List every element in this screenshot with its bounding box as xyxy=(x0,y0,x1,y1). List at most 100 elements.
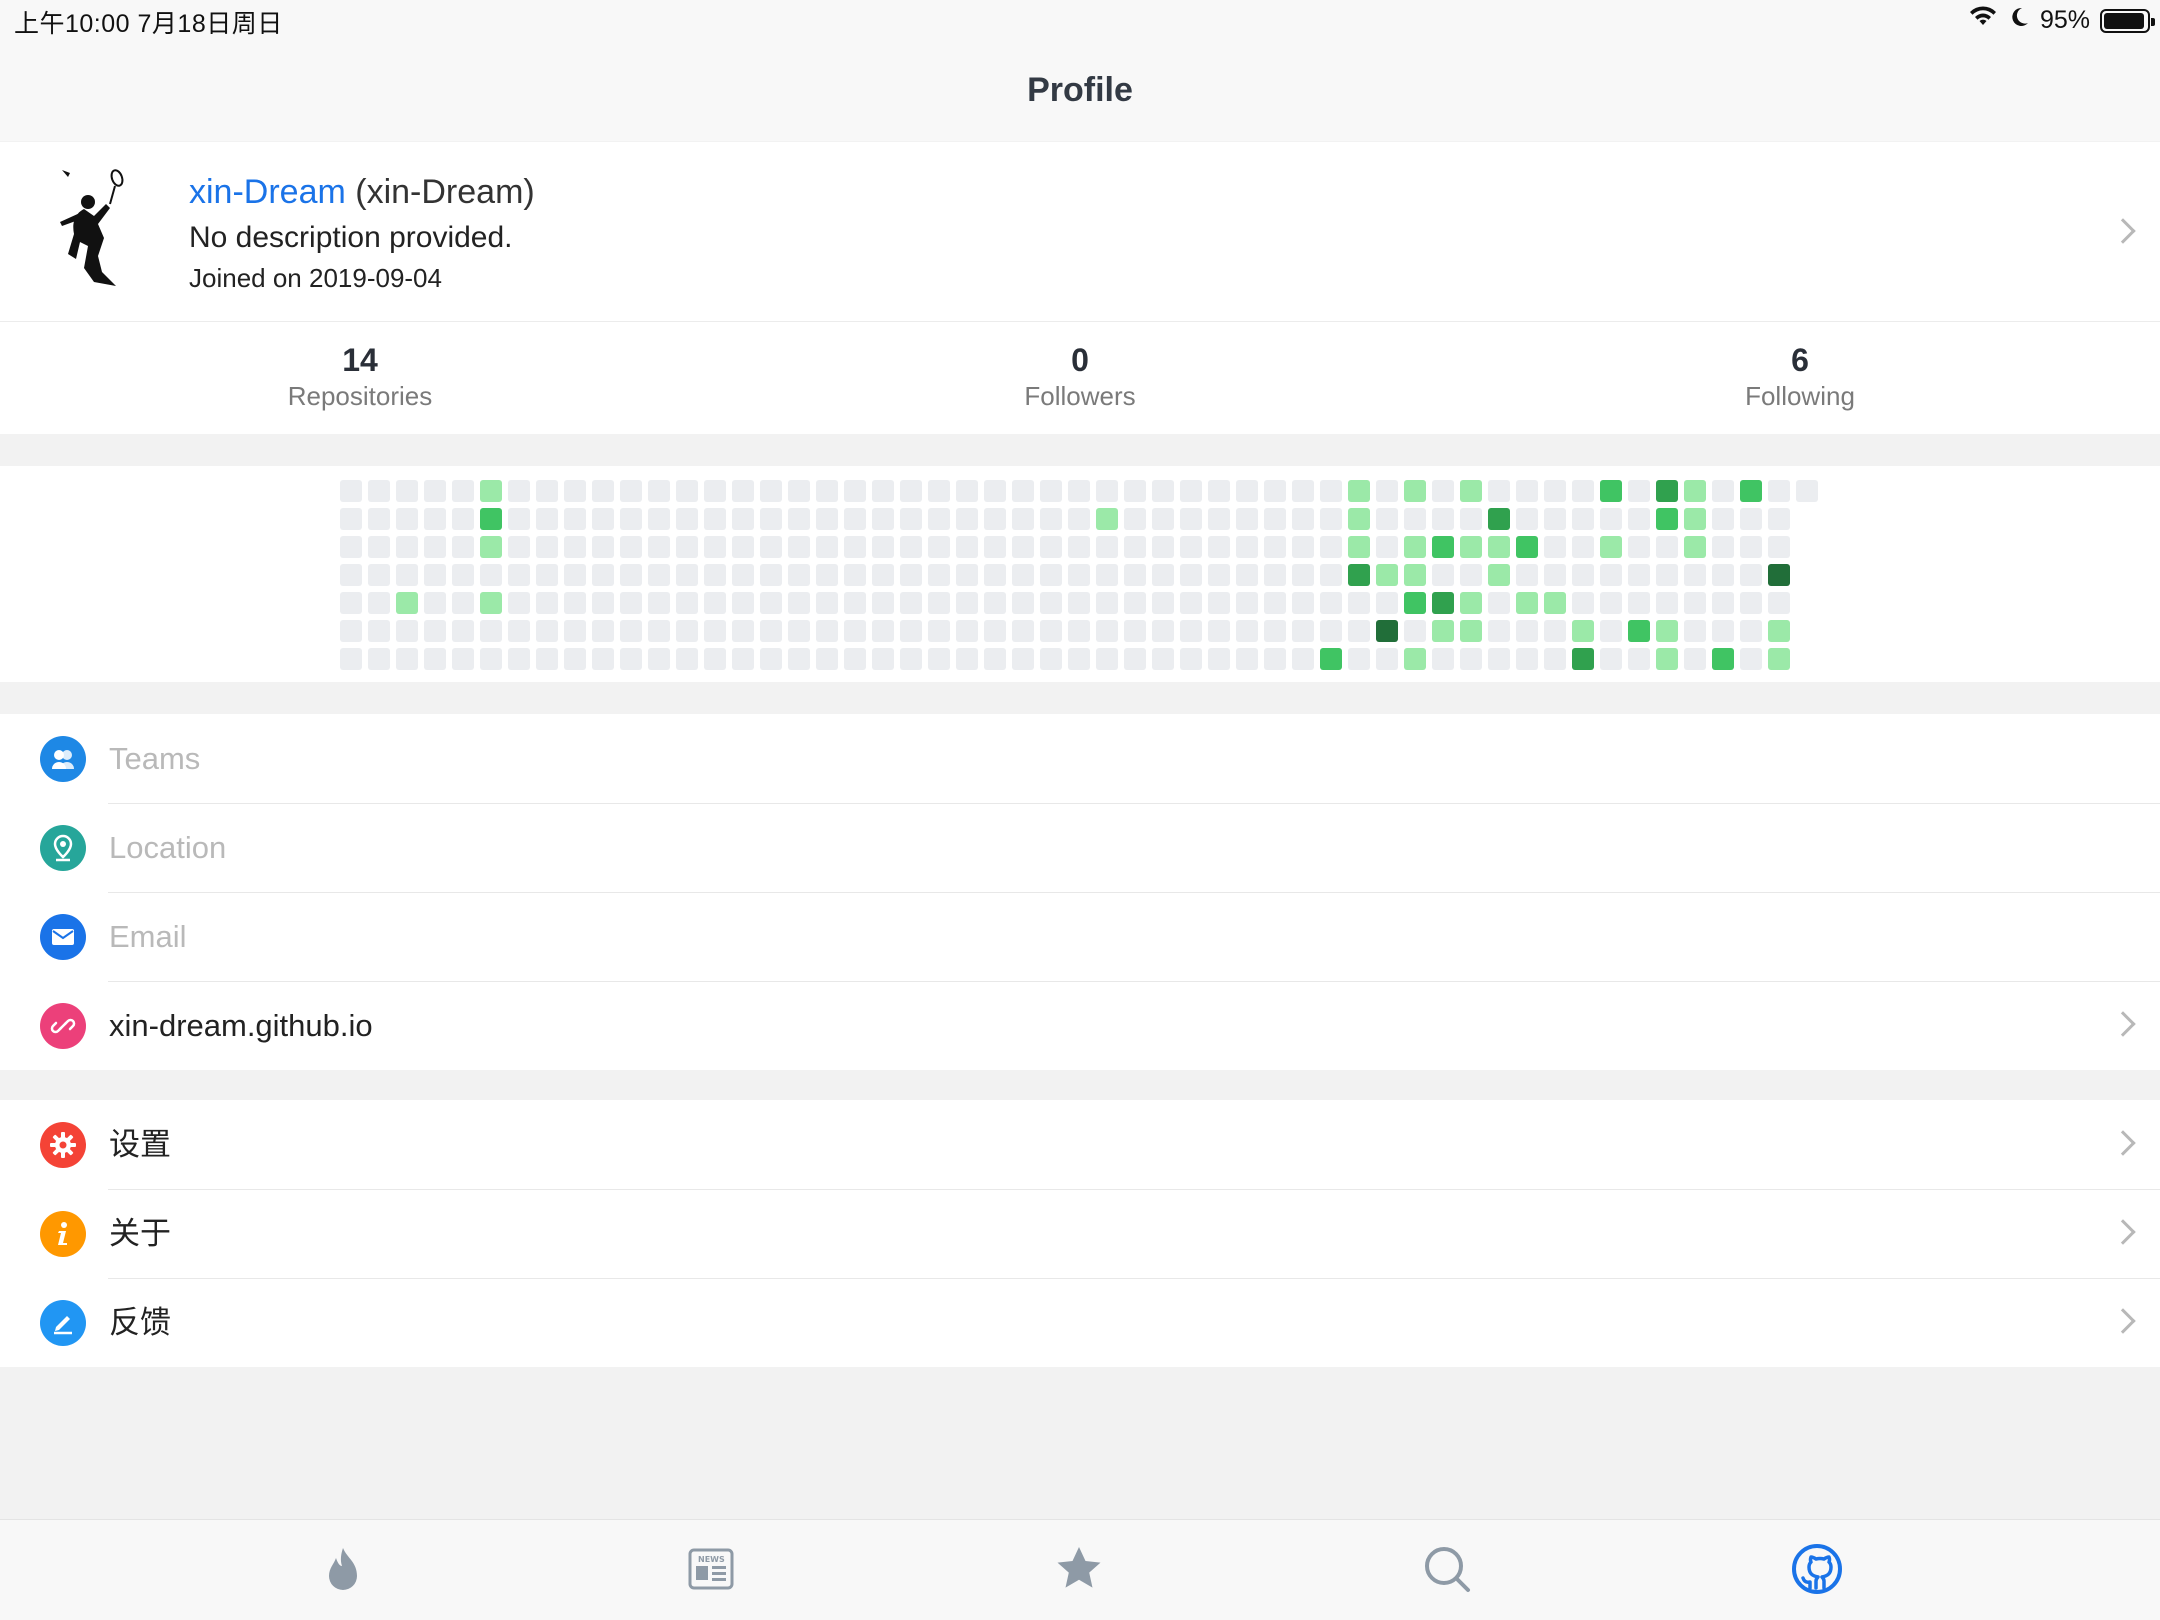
contribution-cell xyxy=(1404,480,1426,502)
contribution-cell xyxy=(872,648,894,670)
tab-search[interactable] xyxy=(1420,1542,1474,1596)
contribution-cell xyxy=(1684,480,1706,502)
contribution-cell xyxy=(1124,592,1146,614)
contribution-cell xyxy=(1348,564,1370,586)
contribution-cell xyxy=(1488,592,1510,614)
contribution-cell xyxy=(1124,508,1146,530)
app-root: 上午10:00 7月18日周日 95% Profile xin-Dream (x… xyxy=(0,0,2160,1620)
contribution-cell xyxy=(536,648,558,670)
contribution-cell xyxy=(1572,648,1594,670)
contribution-cell xyxy=(676,536,698,558)
contribution-cell xyxy=(788,508,810,530)
list-item-website[interactable]: xin-dream.github.io xyxy=(0,981,2160,1070)
contribution-cell xyxy=(1180,592,1202,614)
contribution-cell xyxy=(1796,480,1818,502)
contribution-cell xyxy=(536,536,558,558)
list-item-label: Location xyxy=(109,830,227,865)
contribution-cell xyxy=(1320,592,1342,614)
contribution-cell xyxy=(564,592,586,614)
contribution-cell xyxy=(676,508,698,530)
contribution-cell xyxy=(872,480,894,502)
tab-trending[interactable] xyxy=(316,1542,370,1596)
contribution-cell xyxy=(900,480,922,502)
contribution-cell xyxy=(620,480,642,502)
contribution-cell xyxy=(1460,508,1482,530)
list-item-label: 反馈 xyxy=(109,1305,171,1340)
stat-repositories[interactable]: 14 Repositories xyxy=(0,322,720,434)
contribution-cell xyxy=(592,480,614,502)
contribution-cell xyxy=(1152,592,1174,614)
contribution-cell xyxy=(564,480,586,502)
profile-header[interactable]: xin-Dream (xin-Dream) No description pro… xyxy=(0,142,2160,322)
contribution-cell xyxy=(508,480,530,502)
list-item-teams[interactable]: Teams xyxy=(0,714,2160,803)
tab-profile[interactable] xyxy=(1790,1542,1844,1596)
contribution-cell xyxy=(1768,648,1790,670)
contribution-cell xyxy=(1068,620,1090,642)
contribution-cell xyxy=(704,592,726,614)
list-item-settings[interactable]: 设置 xyxy=(0,1100,2160,1189)
contribution-cell xyxy=(536,508,558,530)
contribution-cell xyxy=(704,648,726,670)
contribution-cell xyxy=(1740,508,1762,530)
stat-followers[interactable]: 0 Followers xyxy=(720,322,1440,434)
contribution-cell xyxy=(1516,508,1538,530)
list-item-about[interactable]: 关于 xyxy=(0,1189,2160,1278)
contribution-cell xyxy=(508,564,530,586)
contribution-cell xyxy=(1656,648,1678,670)
contribution-cell xyxy=(1208,620,1230,642)
tab-news[interactable]: NEWS xyxy=(684,1542,738,1596)
contribution-cell xyxy=(536,480,558,502)
contribution-cell xyxy=(480,508,502,530)
contribution-cell xyxy=(1376,648,1398,670)
contribution-cell xyxy=(480,480,502,502)
contribution-cell xyxy=(760,508,782,530)
contribution-cell xyxy=(816,648,838,670)
contribution-cell xyxy=(1740,564,1762,586)
contribution-cell xyxy=(1348,620,1370,642)
settings-list: 设置 关于 反馈 xyxy=(0,1100,2160,1367)
navigation-bar: Profile xyxy=(0,40,2160,141)
contribution-cell xyxy=(1544,508,1566,530)
contribution-cell xyxy=(1264,480,1286,502)
contribution-cell xyxy=(872,620,894,642)
contribution-cell xyxy=(1264,508,1286,530)
contribution-cell xyxy=(424,536,446,558)
contribution-cell xyxy=(928,508,950,530)
contribution-cell xyxy=(1348,536,1370,558)
contribution-cell xyxy=(1096,508,1118,530)
profile-login[interactable]: xin-Dream xyxy=(189,173,346,211)
contribution-cell xyxy=(480,648,502,670)
contribution-cell xyxy=(732,480,754,502)
contribution-cell xyxy=(1236,620,1258,642)
contribution-cell xyxy=(368,508,390,530)
link-icon xyxy=(40,1003,86,1049)
list-item-label: 关于 xyxy=(109,1216,171,1251)
contribution-cell xyxy=(424,648,446,670)
contribution-cell xyxy=(1264,620,1286,642)
contribution-cell xyxy=(816,508,838,530)
list-item-location[interactable]: Location xyxy=(0,803,2160,892)
contribution-cell xyxy=(900,620,922,642)
contribution-cell xyxy=(760,564,782,586)
contribution-cell xyxy=(1572,536,1594,558)
list-item-email[interactable]: Email xyxy=(0,892,2160,981)
contribution-cell xyxy=(536,592,558,614)
contribution-cell xyxy=(844,620,866,642)
stat-following[interactable]: 6 Following xyxy=(1440,322,2160,434)
tab-starred[interactable] xyxy=(1052,1542,1106,1596)
contribution-cell xyxy=(1012,564,1034,586)
contribution-cell xyxy=(928,536,950,558)
contribution-cell xyxy=(1152,620,1174,642)
contribution-cell xyxy=(1236,508,1258,530)
contribution-cell xyxy=(340,536,362,558)
github-icon xyxy=(1792,1544,1842,1594)
list-item-feedback[interactable]: 反馈 xyxy=(0,1278,2160,1367)
contribution-cell xyxy=(1740,648,1762,670)
contribution-cell xyxy=(396,536,418,558)
contribution-cell xyxy=(816,620,838,642)
contribution-cell xyxy=(1600,564,1622,586)
contribution-cell xyxy=(900,564,922,586)
contribution-cell xyxy=(1768,508,1790,530)
battery-percent: 95% xyxy=(2039,6,2090,34)
